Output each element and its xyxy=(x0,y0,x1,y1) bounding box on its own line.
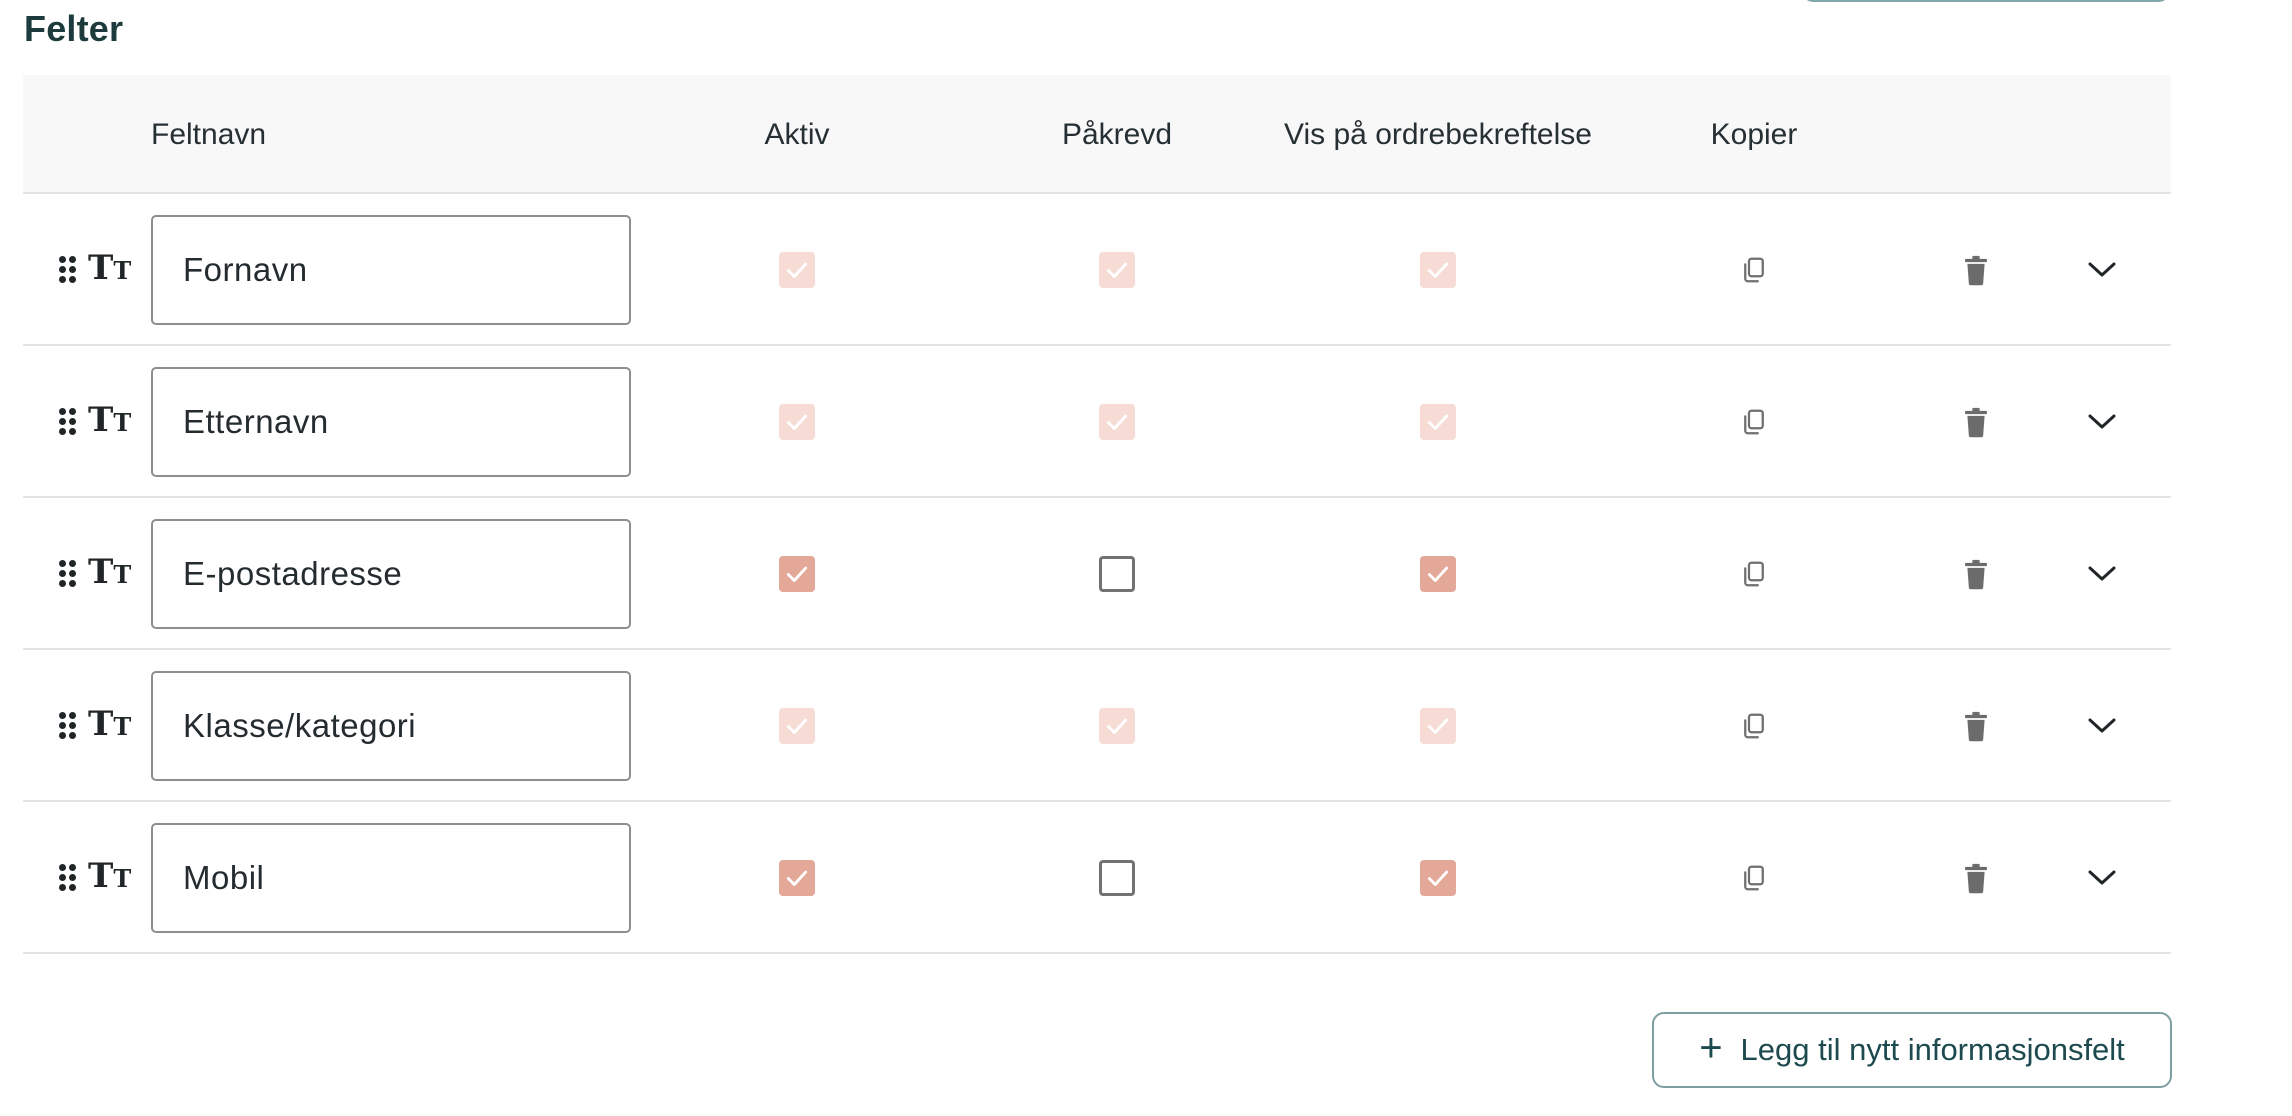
required-checkbox xyxy=(1099,404,1135,440)
required-checkbox xyxy=(1099,708,1135,744)
table-row: TT Klasse/kategori xyxy=(23,650,2171,802)
text-type-icon: TT xyxy=(88,400,132,440)
text-type-icon: TT xyxy=(88,856,132,896)
text-type-icon: TT xyxy=(88,552,132,592)
required-checkbox[interactable] xyxy=(1099,860,1135,896)
required-checkbox xyxy=(1099,252,1135,288)
show-on-confirmation-checkbox xyxy=(1420,252,1456,288)
copy-icon[interactable] xyxy=(1733,249,1775,291)
column-header-copy: Kopier xyxy=(1710,118,1798,151)
plus-icon: + xyxy=(1699,1026,1723,1070)
chevron-down-icon[interactable] xyxy=(2081,249,2123,291)
field-name-input[interactable]: Fornavn xyxy=(151,215,631,325)
required-checkbox[interactable] xyxy=(1099,556,1135,592)
trash-icon[interactable] xyxy=(1955,705,1997,747)
top-button-edge[interactable] xyxy=(1800,0,2172,2)
column-header-active: Aktiv xyxy=(764,118,830,151)
show-on-confirmation-checkbox[interactable] xyxy=(1420,860,1456,896)
text-type-icon: TT xyxy=(88,704,132,744)
table-row: TT Mobil xyxy=(23,802,2171,954)
drag-handle-icon[interactable] xyxy=(59,864,76,892)
active-checkbox xyxy=(779,252,815,288)
column-header-show-on-confirmation: Vis på ordrebekreftelse xyxy=(1284,118,1592,151)
add-field-button-label: Legg til nytt informasjonsfelt xyxy=(1740,1032,2125,1067)
copy-icon[interactable] xyxy=(1733,705,1775,747)
section-title: Felter xyxy=(24,8,124,49)
table-body: TT Fornavn TT Etternavn TT E-postadresse TT Kla… xyxy=(23,194,2171,954)
chevron-down-icon[interactable] xyxy=(2081,401,2123,443)
show-on-confirmation-checkbox[interactable] xyxy=(1420,556,1456,592)
active-checkbox[interactable] xyxy=(779,556,815,592)
text-type-icon: TT xyxy=(88,248,132,288)
drag-handle-icon[interactable] xyxy=(59,256,76,284)
column-header-required: Påkrevd xyxy=(1061,118,1173,151)
active-checkbox xyxy=(779,708,815,744)
table-header: Feltnavn Aktiv Påkrevd Vis på ordrebekre… xyxy=(23,75,2171,194)
trash-icon[interactable] xyxy=(1955,401,1997,443)
chevron-down-icon[interactable] xyxy=(2081,705,2123,747)
trash-icon[interactable] xyxy=(1955,857,1997,899)
trash-icon[interactable] xyxy=(1955,249,1997,291)
column-header-name: Feltnavn xyxy=(151,118,267,151)
field-name-input[interactable]: Etternavn xyxy=(151,367,631,477)
drag-handle-icon[interactable] xyxy=(59,712,76,740)
field-name-input[interactable]: Klasse/kategori xyxy=(151,671,631,781)
show-on-confirmation-checkbox xyxy=(1420,404,1456,440)
show-on-confirmation-checkbox xyxy=(1420,708,1456,744)
drag-handle-icon[interactable] xyxy=(59,560,76,588)
chevron-down-icon[interactable] xyxy=(2081,553,2123,595)
fields-table: Feltnavn Aktiv Påkrevd Vis på ordrebekre… xyxy=(23,75,2171,954)
copy-icon[interactable] xyxy=(1733,553,1775,595)
field-name-input[interactable]: Mobil xyxy=(151,823,631,933)
trash-icon[interactable] xyxy=(1955,553,1997,595)
table-row: TT E-postadresse xyxy=(23,498,2171,650)
copy-icon[interactable] xyxy=(1733,401,1775,443)
add-field-button[interactable]: + Legg til nytt informasjonsfelt xyxy=(1652,1012,2172,1088)
drag-handle-icon[interactable] xyxy=(59,408,76,436)
copy-icon[interactable] xyxy=(1733,857,1775,899)
table-row: TT Etternavn xyxy=(23,346,2171,498)
field-name-input[interactable]: E-postadresse xyxy=(151,519,631,629)
active-checkbox[interactable] xyxy=(779,860,815,896)
active-checkbox xyxy=(779,404,815,440)
table-row: TT Fornavn xyxy=(23,194,2171,346)
chevron-down-icon[interactable] xyxy=(2081,857,2123,899)
